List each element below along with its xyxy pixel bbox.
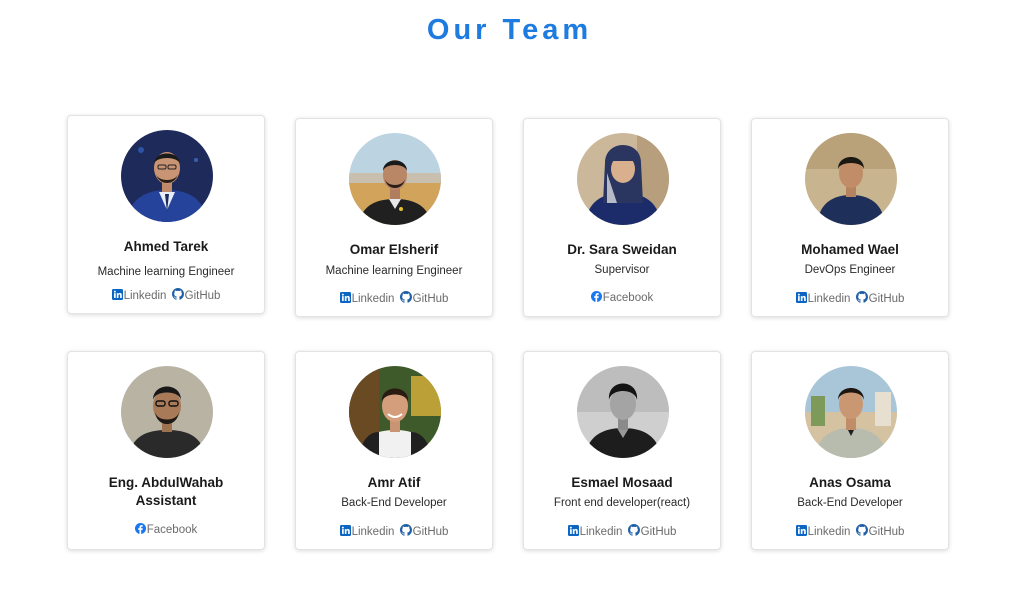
linkedin-icon <box>339 525 351 539</box>
avatar <box>349 366 441 458</box>
team-card: Ahmed Tarek Machine learning Engineer Li… <box>67 115 265 314</box>
facebook-icon <box>134 523 146 537</box>
linkedin-link[interactable]: Linkedin <box>567 525 623 539</box>
member-name: Anas Osama <box>809 475 891 490</box>
github-link[interactable]: GitHub <box>855 291 905 306</box>
social-links: Linkedin GitHub <box>296 291 492 306</box>
github-link[interactable]: GitHub <box>171 288 221 303</box>
member-name: Eng. AbdulWahab Assistant <box>108 475 224 508</box>
linkedin-icon <box>795 525 807 539</box>
avatar <box>805 366 897 458</box>
link-label: Linkedin <box>351 526 395 538</box>
social-links: Facebook <box>68 523 264 537</box>
member-name: Dr. Sara Sweidan <box>567 242 677 257</box>
member-role: Back-End Developer <box>797 497 903 509</box>
team-card: Amr Atif Back-End Developer Linkedin Git… <box>295 351 493 550</box>
github-link[interactable]: GitHub <box>627 524 677 539</box>
link-label: GitHub <box>412 525 449 538</box>
page-title: Our Team <box>426 14 593 46</box>
github-icon <box>855 524 868 539</box>
social-links: Linkedin GitHub <box>296 524 492 539</box>
avatar <box>349 133 441 225</box>
link-label: Linkedin <box>807 293 851 305</box>
member-role: Machine learning Engineer <box>325 265 463 277</box>
member-role: Machine learning Engineer <box>97 266 235 278</box>
github-link[interactable]: GitHub <box>399 524 449 539</box>
member-name: Amr Atif <box>367 475 421 490</box>
social-links: Linkedin GitHub <box>752 291 948 306</box>
link-label: GitHub <box>184 289 221 302</box>
facebook-link[interactable]: Facebook <box>134 523 198 537</box>
link-label: Linkedin <box>351 293 395 305</box>
member-name: Esmael Mosaad <box>571 475 673 490</box>
member-role: Front end developer(react) <box>553 497 691 509</box>
github-icon <box>627 524 640 539</box>
member-name: Mohamed Wael <box>801 242 899 257</box>
team-card: Esmael Mosaad Front end developer(react)… <box>523 351 721 550</box>
linkedin-link[interactable]: Linkedin <box>339 525 395 539</box>
link-label: GitHub <box>868 525 905 538</box>
avatar <box>121 366 213 458</box>
linkedin-icon <box>339 292 351 306</box>
link-label: Facebook <box>146 524 198 536</box>
facebook-icon <box>590 291 602 305</box>
link-label: GitHub <box>412 292 449 305</box>
member-role: Supervisor <box>594 264 650 276</box>
social-links: Facebook <box>524 291 720 305</box>
social-links: Linkedin GitHub <box>524 524 720 539</box>
link-label: Linkedin <box>579 526 623 538</box>
linkedin-link[interactable]: Linkedin <box>795 292 851 306</box>
avatar <box>805 133 897 225</box>
member-name: Ahmed Tarek <box>123 239 209 254</box>
linkedin-link[interactable]: Linkedin <box>339 292 395 306</box>
linkedin-icon <box>111 289 123 303</box>
social-links: Linkedin GitHub <box>68 288 264 303</box>
github-icon <box>855 291 868 306</box>
link-label: GitHub <box>868 292 905 305</box>
team-card: Anas Osama Back-End Developer Linkedin G… <box>751 351 949 550</box>
team-card: Eng. AbdulWahab Assistant Facebook <box>67 351 265 550</box>
github-icon <box>399 524 412 539</box>
team-card: Dr. Sara Sweidan Supervisor Facebook <box>523 118 721 317</box>
avatar <box>121 130 213 222</box>
facebook-link[interactable]: Facebook <box>590 291 654 305</box>
member-role: Back-End Developer <box>341 497 447 509</box>
github-link[interactable]: GitHub <box>399 291 449 306</box>
team-card: Omar Elsherif Machine learning Engineer … <box>295 118 493 317</box>
member-role: DevOps Engineer <box>804 264 896 276</box>
link-label: GitHub <box>640 525 677 538</box>
team-card: Mohamed Wael DevOps Engineer Linkedin Gi… <box>751 118 949 317</box>
link-label: Facebook <box>602 292 654 304</box>
linkedin-icon <box>567 525 579 539</box>
github-icon <box>399 291 412 306</box>
avatar <box>577 366 669 458</box>
linkedin-link[interactable]: Linkedin <box>111 289 167 303</box>
linkedin-icon <box>795 292 807 306</box>
social-links: Linkedin GitHub <box>752 524 948 539</box>
member-name: Omar Elsherif <box>349 242 439 257</box>
avatar <box>577 133 669 225</box>
github-link[interactable]: GitHub <box>855 524 905 539</box>
link-label: Linkedin <box>123 290 167 302</box>
link-label: Linkedin <box>807 526 851 538</box>
linkedin-link[interactable]: Linkedin <box>795 525 851 539</box>
github-icon <box>171 288 184 303</box>
